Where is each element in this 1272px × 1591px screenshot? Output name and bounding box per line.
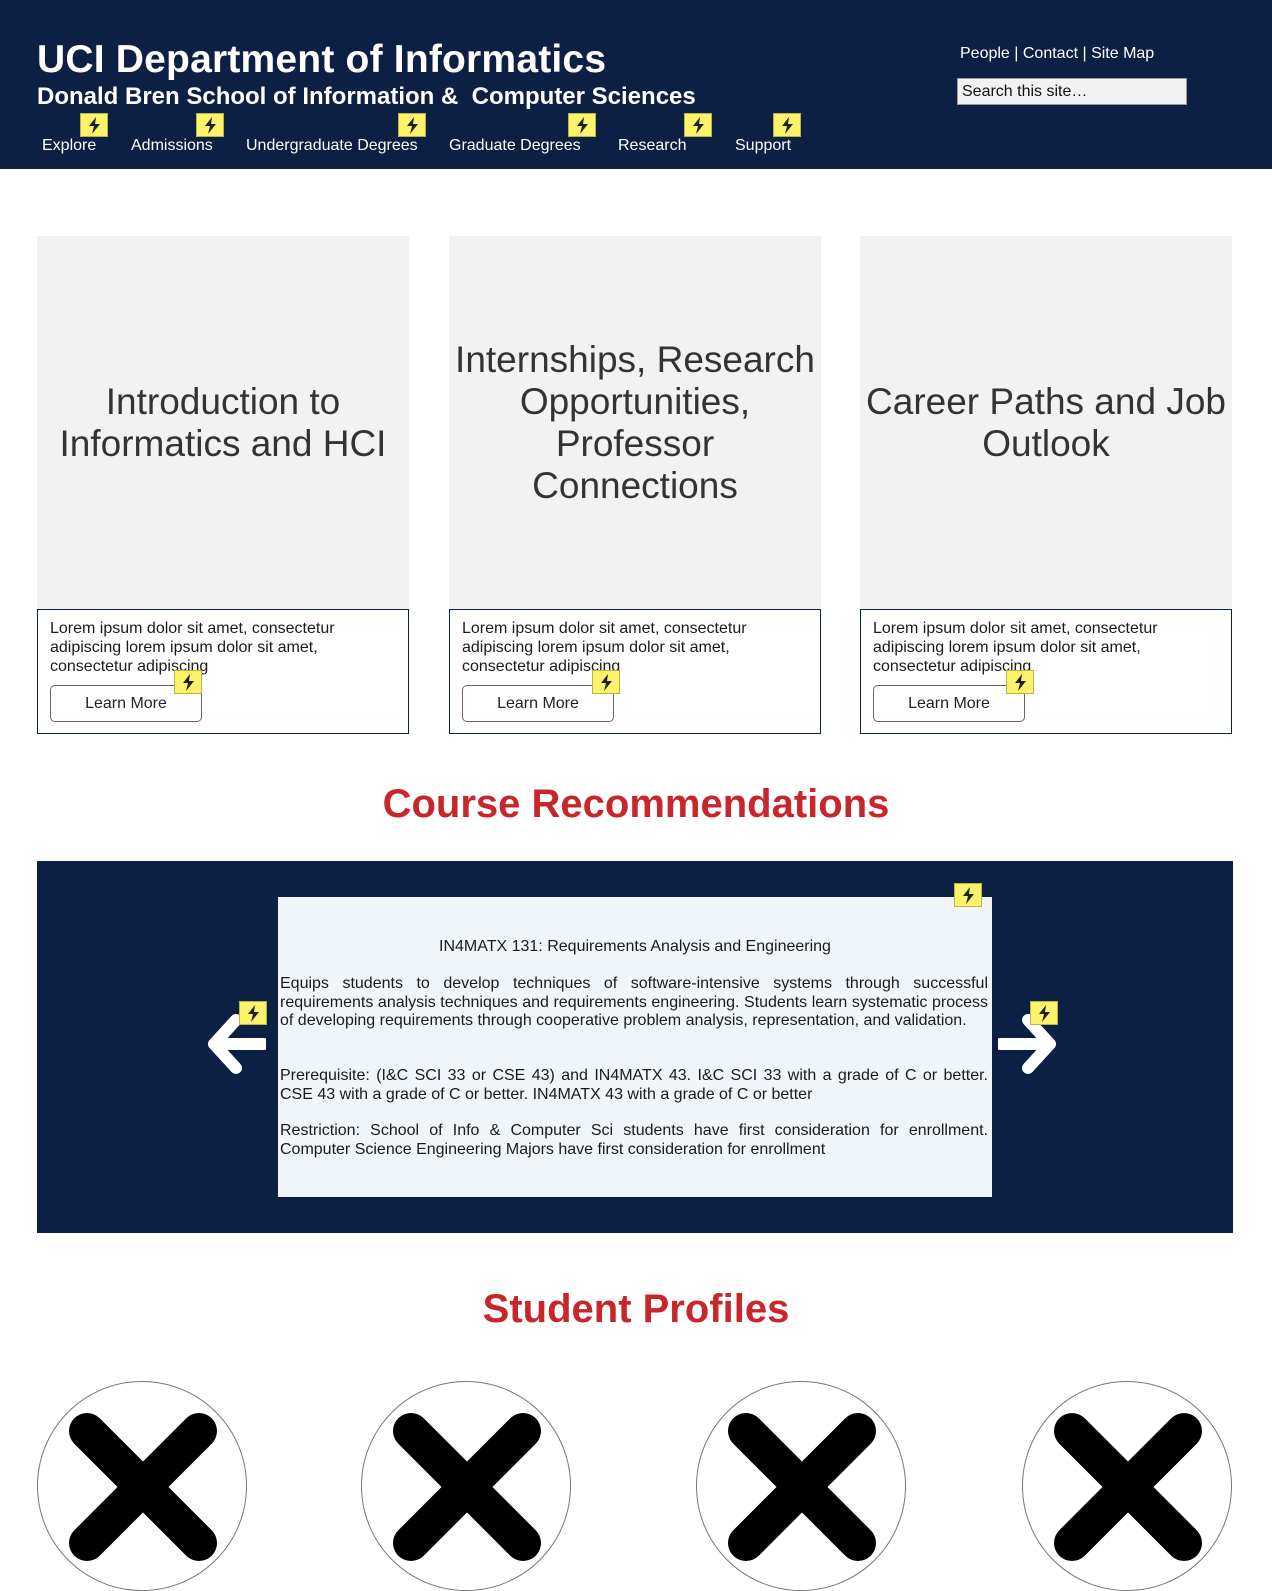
lightning-icon[interactable]	[174, 670, 202, 694]
site-header: UCI Department of Informatics Donald Bre…	[0, 0, 1272, 169]
student-avatar[interactable]	[1022, 1381, 1232, 1591]
sitemap-link[interactable]: Site Map	[1091, 45, 1154, 62]
card-body: Lorem ipsum dolor sit amet, consectetur …	[860, 609, 1232, 734]
nav-support[interactable]: Support	[735, 136, 791, 156]
card-career-paths: Career Paths and Job Outlook Lorem ipsum…	[860, 236, 1232, 734]
course-title: IN4MATX 131: Requirements Analysis and E…	[439, 938, 831, 955]
card-body: Lorem ipsum dolor sit amet, consectetur …	[449, 609, 821, 734]
card-image[interactable]: Career Paths and Job Outlook	[860, 236, 1232, 609]
card-intro-informatics: Introduction to Informatics and HCI Lore…	[37, 236, 409, 734]
lightning-icon[interactable]	[592, 670, 620, 694]
contact-link[interactable]: Contact	[1023, 45, 1078, 62]
page: UCI Department of Informatics Donald Bre…	[0, 0, 1272, 1591]
card-internships-research: Internships, Research Opportunities, Pro…	[449, 236, 821, 734]
card-title: Internships, Research Opportunities, Pro…	[455, 338, 815, 506]
student-profiles-heading: Student Profiles	[482, 1287, 790, 1331]
lightning-icon[interactable]	[773, 113, 801, 137]
card-text: Lorem ipsum dolor sit amet, consectetur …	[873, 620, 1158, 675]
people-link[interactable]: People	[960, 45, 1010, 62]
x-placeholder-icon	[393, 1413, 541, 1561]
course-description: Equips students to develop techniques of…	[280, 975, 988, 1029]
search-input[interactable]	[957, 78, 1187, 105]
learn-more-button[interactable]: Learn More	[873, 685, 1025, 722]
course-restriction: Restriction: School of Info & Computer S…	[280, 1122, 988, 1158]
x-placeholder-icon	[728, 1413, 876, 1561]
x-placeholder-icon	[69, 1413, 217, 1561]
link-separator: |	[1078, 45, 1092, 62]
site-subtitle: Donald Bren School of Information & Comp…	[37, 83, 696, 110]
course-prerequisite: Prerequisite: (I&C SCI 33 or CSE 43) and…	[280, 1067, 988, 1103]
student-avatar[interactable]	[696, 1381, 906, 1591]
lightning-icon[interactable]	[80, 113, 108, 137]
card-title: Career Paths and Job Outlook	[866, 380, 1226, 464]
nav-admissions[interactable]: Admissions	[131, 136, 213, 156]
lightning-icon[interactable]	[568, 113, 596, 137]
x-placeholder-icon	[1054, 1413, 1202, 1561]
course-panel: IN4MATX 131: Requirements Analysis and E…	[278, 897, 992, 1197]
student-avatar[interactable]	[37, 1381, 247, 1591]
nav-graduate-degrees[interactable]: Graduate Degrees	[449, 136, 581, 156]
nav-research[interactable]: Research	[618, 136, 686, 156]
lightning-icon[interactable]	[954, 883, 982, 907]
card-image[interactable]: Internships, Research Opportunities, Pro…	[449, 236, 821, 609]
lightning-icon[interactable]	[398, 113, 426, 137]
card-text: Lorem ipsum dolor sit amet, consectetur …	[50, 620, 335, 675]
lightning-icon[interactable]	[239, 1001, 267, 1025]
site-title[interactable]: UCI Department of Informatics	[37, 38, 606, 82]
nav-explore[interactable]: Explore	[42, 136, 96, 156]
utility-links: People | Contact | Site Map	[960, 44, 1154, 64]
lightning-icon[interactable]	[196, 113, 224, 137]
card-title: Introduction to Informatics and HCI	[59, 380, 387, 464]
lightning-icon[interactable]	[1006, 670, 1034, 694]
card-text: Lorem ipsum dolor sit amet, consectetur …	[462, 620, 747, 675]
course-carousel: IN4MATX 131: Requirements Analysis and E…	[37, 861, 1233, 1233]
nav-undergraduate-degrees[interactable]: Undergraduate Degrees	[246, 136, 418, 156]
card-body: Lorem ipsum dolor sit amet, consectetur …	[37, 609, 409, 734]
lightning-icon[interactable]	[684, 113, 712, 137]
course-recommendations-heading: Course Recommendations	[382, 782, 890, 826]
card-image[interactable]: Introduction to Informatics and HCI	[37, 236, 409, 609]
link-separator: |	[1009, 45, 1023, 62]
student-avatar[interactable]	[361, 1381, 571, 1591]
lightning-icon[interactable]	[1030, 1001, 1058, 1025]
